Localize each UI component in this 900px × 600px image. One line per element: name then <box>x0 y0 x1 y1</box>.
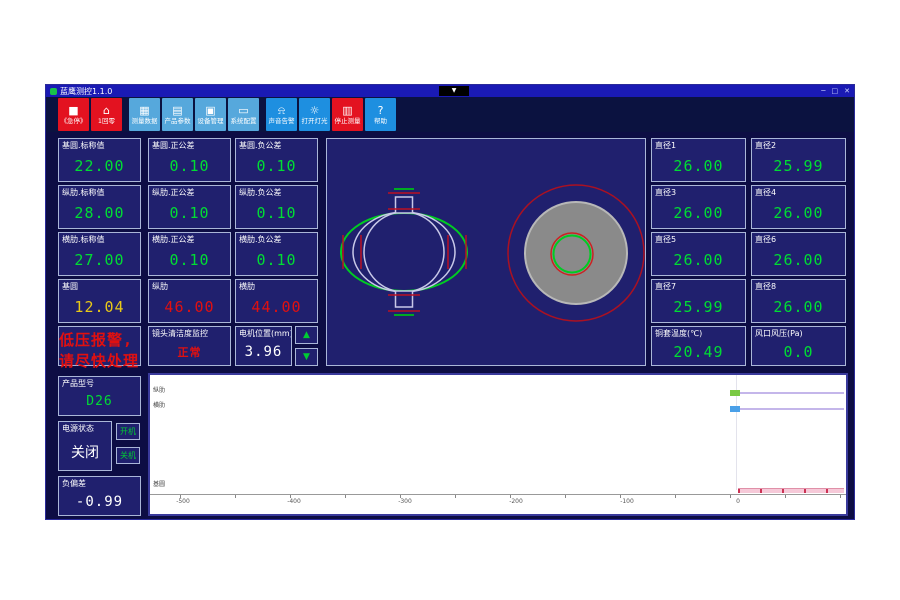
series-marker-longrib <box>730 390 740 396</box>
cell-diameter-7: 直径7 25.99 <box>651 279 746 323</box>
series-trace-longrib <box>740 392 844 394</box>
cell-base-minus-tol: 基圆.负公差 0.10 <box>235 138 318 182</box>
cell-crossrib-measured: 横肋 44.00 <box>235 279 318 323</box>
home-icon: ⌂ <box>103 105 110 117</box>
sound-alarm-button[interactable]: ⍾ 声音告警 <box>266 98 297 131</box>
trend-chart-panel: 纵肋 横肋 基圆 -500 -400 -300 -200 -100 0 <box>148 373 848 516</box>
cell-crossrib-minus-tol: 横肋.负公差 0.10 <box>235 232 318 276</box>
series-trace-crossrib <box>740 408 844 410</box>
help-icon: ? <box>378 105 384 117</box>
cell-base-nominal: 基圆.标称值 22.00 <box>58 138 141 182</box>
cell-longrib-nominal: 纵肋.标称值 28.00 <box>58 185 141 229</box>
cell-diameter-5: 直径5 26.00 <box>651 232 746 276</box>
measure-data-button[interactable]: ▦ 测量数据 <box>129 98 160 131</box>
cell-diameter-2: 直径2 25.99 <box>751 138 846 182</box>
app-icon <box>50 88 57 95</box>
stop-measure-button[interactable]: ▥ 停止测量 <box>332 98 363 131</box>
cell-base-plus-tol: 基圆.正公差 0.10 <box>148 138 231 182</box>
bulb-icon: ☼ <box>310 105 320 117</box>
up-arrow-icon: ▲ <box>303 330 310 340</box>
ylabel-longrib: 纵肋 <box>153 387 165 394</box>
ylabel-base: 基圆 <box>153 481 165 488</box>
list-icon: ▤ <box>172 105 182 117</box>
emergency-stop-button[interactable]: ■ 《急停》 <box>58 98 89 131</box>
barcode-icon: ▥ <box>342 105 352 117</box>
alarm-message: 低压报警,请尽快处理 <box>59 329 140 371</box>
chevron-down-icon: ▼ <box>452 87 457 94</box>
maximize-button[interactable]: □ <box>832 87 839 95</box>
power-on-button[interactable]: 开机 <box>116 423 140 440</box>
product-params-button[interactable]: ▤ 产品参数 <box>162 98 193 131</box>
product-model-display: 产品型号 D26 <box>58 376 141 416</box>
cell-diameter-6: 直径6 26.00 <box>751 232 846 276</box>
down-arrow-icon: ▼ <box>303 352 310 362</box>
cell-diameter-4: 直径4 26.00 <box>751 185 846 229</box>
cell-base-measured: 基圆 12.04 <box>58 279 141 323</box>
data-grid-icon: ▦ <box>139 105 149 117</box>
cell-crossrib-nominal: 横肋.标称值 27.00 <box>58 232 141 276</box>
stop-icon: ■ <box>68 105 78 117</box>
motor-down-button[interactable]: ▼ <box>295 348 318 366</box>
device-status-monitor: 设备状态监控 低压报警,请尽快处理 <box>58 326 141 366</box>
ylabel-crossrib: 横肋 <box>153 402 165 409</box>
cell-air-pressure: 风口风压(Pa) 0.0 <box>751 326 846 366</box>
title-bar: 蓝鹰测控1.1.0 ─ □ ✕ ▼ <box>46 85 854 97</box>
power-off-button[interactable]: 关机 <box>116 447 140 464</box>
power-status-display: 电源状态 关闭 <box>58 421 112 471</box>
neg-deviation-display: 负偏差 -0.99 <box>58 476 141 516</box>
cross-section-diagrams <box>327 139 645 365</box>
cell-longrib-minus-tol: 纵肋.负公差 0.10 <box>235 185 318 229</box>
light-on-button[interactable]: ☼ 打开灯光 <box>299 98 330 131</box>
rebar-profile-diagram <box>341 189 467 315</box>
device-manage-button[interactable]: ▣ 设备管理 <box>195 98 226 131</box>
cell-sleeve-temp: 铜套温度(℃) 20.49 <box>651 326 746 366</box>
window-title: 蓝鹰测控1.1.0 <box>60 86 112 97</box>
cell-diameter-3: 直径3 26.00 <box>651 185 746 229</box>
app-window: 蓝鹰测控1.1.0 ─ □ ✕ ▼ ■ 《急停》 ⌂ 1回零 ▦ 测量数据 ▤ … <box>45 84 855 520</box>
motor-up-button[interactable]: ▲ <box>295 326 318 344</box>
series-trace-base <box>738 488 844 493</box>
bell-icon: ⍾ <box>278 105 285 117</box>
system-config-button[interactable]: ▭ 系统配置 <box>228 98 259 131</box>
collapse-tab[interactable]: ▼ <box>439 86 469 96</box>
help-button[interactable]: ? 帮助 <box>365 98 396 131</box>
lens-clean-monitor: 镜头清洁度监控 正常 <box>148 326 231 366</box>
cell-diameter-1: 直径1 26.00 <box>651 138 746 182</box>
toolbar: ■ 《急停》 ⌂ 1回零 ▦ 测量数据 ▤ 产品参数 ▣ 设备管理 ▭ 系统配置… <box>46 97 854 132</box>
diagram-panel <box>326 138 646 366</box>
cell-crossrib-plus-tol: 横肋.正公差 0.10 <box>148 232 231 276</box>
minimize-button[interactable]: ─ <box>821 87 825 95</box>
tolerance-circles-diagram <box>508 185 644 321</box>
motor-position-display: 电机位置(mm) 3.96 <box>235 326 292 366</box>
series-marker-crossrib <box>730 406 740 412</box>
cell-longrib-measured: 纵肋 46.00 <box>148 279 231 323</box>
device-icon: ▣ <box>205 105 215 117</box>
cell-longrib-plus-tol: 纵肋.正公差 0.10 <box>148 185 231 229</box>
settings-icon: ▭ <box>238 105 248 117</box>
close-button[interactable]: ✕ <box>844 87 850 95</box>
cell-diameter-8: 直径8 26.00 <box>751 279 846 323</box>
home-zero-button[interactable]: ⌂ 1回零 <box>91 98 122 131</box>
